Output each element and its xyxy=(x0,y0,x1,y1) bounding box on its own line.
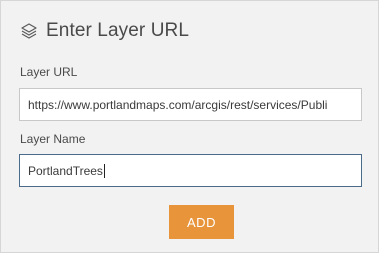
add-button[interactable]: ADD xyxy=(169,205,234,239)
text-caret xyxy=(103,163,105,178)
layer-url-value: https://www.portlandmaps.com/arcgis/rest… xyxy=(28,97,328,112)
layer-url-label: Layer URL xyxy=(20,65,78,79)
panel-header: Enter Layer URL xyxy=(20,18,189,44)
layer-name-input[interactable]: PortlandTrees xyxy=(19,154,362,187)
enter-layer-url-panel: Enter Layer URL Layer URL https://www.po… xyxy=(0,0,379,253)
page-title: Enter Layer URL xyxy=(46,20,190,41)
layer-url-input[interactable]: https://www.portlandmaps.com/arcgis/rest… xyxy=(19,88,362,121)
layer-name-label: Layer Name xyxy=(20,132,86,146)
layers-icon xyxy=(20,22,38,40)
layer-name-value: PortlandTrees xyxy=(28,163,103,178)
